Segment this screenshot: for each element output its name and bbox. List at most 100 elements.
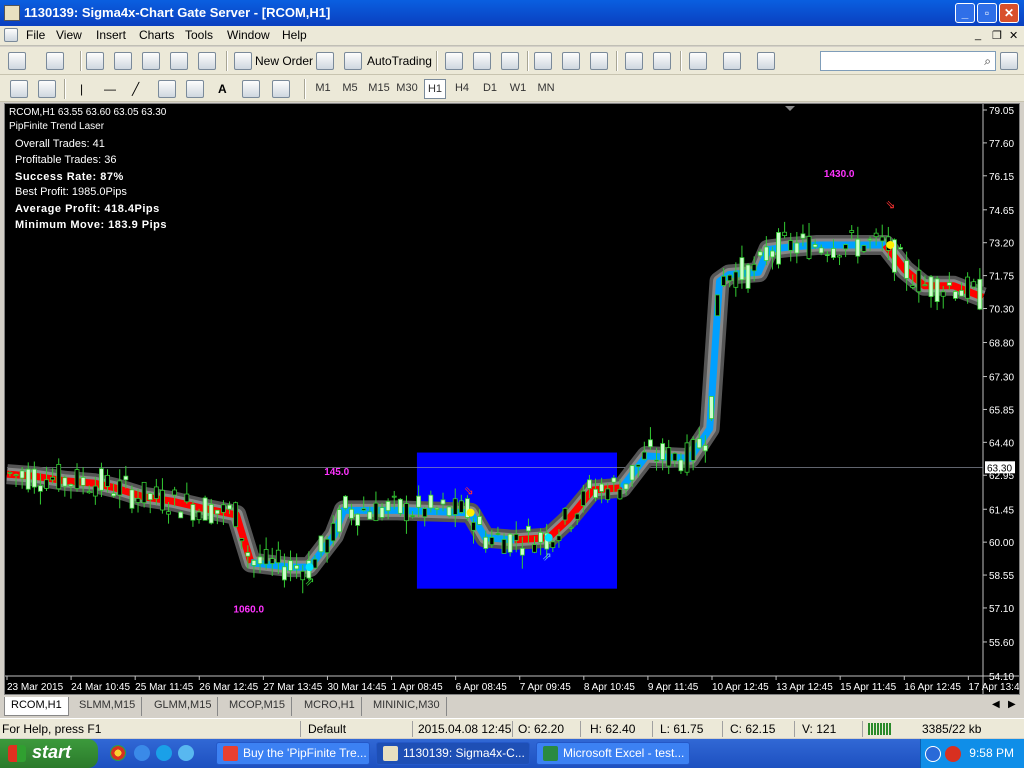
tf-m30[interactable]: M30 [394,79,420,99]
search-input[interactable]: ⌕ [820,51,996,71]
menu-view[interactable]: View [56,28,82,42]
task-metatrader[interactable]: 1130139: Sigma4x-C... [376,742,530,765]
price-tick-label: 57.10 [989,604,1014,615]
candle-body [977,278,983,310]
candle-body [532,544,537,553]
menu-insert[interactable]: Insert [96,28,126,42]
menu-tools[interactable]: Tools [185,28,213,42]
vertical-line-icon[interactable]: | [80,82,83,96]
price-tick-label: 65.85 [989,405,1014,416]
candle-body [587,479,592,489]
tab-mininic-m30[interactable]: MININIC,M30 [367,697,447,716]
text-icon[interactable]: A [218,82,227,96]
autotrading-button[interactable]: AutoTrading [367,54,432,68]
tab-scroll-right-icon[interactable]: ▶ [1008,699,1016,710]
stat-best-profit: Best Profit: 1985.0Pips [15,186,127,198]
candlestick-icon[interactable] [473,52,491,70]
candle-body [818,247,824,254]
candle-body [702,445,708,452]
tf-h1[interactable]: H1 [424,79,446,99]
cursor-icon[interactable] [10,80,28,98]
trendline-icon[interactable]: ╱ [132,82,139,96]
status-volume: V: 121 [802,722,837,736]
new-chart-icon[interactable] [8,52,26,70]
terminal-icon[interactable] [170,52,188,70]
skype-icon[interactable] [156,745,172,761]
chart-window[interactable]: 79.05 77.60 76.15 74.65 73.20 71.75 70.30 68.80… [4,103,1020,695]
chart-shift-icon[interactable] [625,52,643,70]
tray-antivirus-icon[interactable] [945,746,961,762]
chrome-icon[interactable] [110,745,126,761]
community-icon[interactable] [1000,52,1018,70]
menu-help[interactable]: Help [282,28,307,42]
tf-m1[interactable]: M1 [312,79,334,99]
templates-icon[interactable] [757,52,775,70]
minimize-button[interactable]: _ [955,3,975,23]
status-profile: Default [308,722,347,736]
candle-body [56,464,62,490]
navigator-icon[interactable] [142,52,160,70]
arrows-icon[interactable] [272,80,290,98]
maximize-button[interactable]: ▫ [977,3,997,23]
data-window-icon[interactable] [114,52,132,70]
periods-icon[interactable] [723,52,741,70]
tf-mn[interactable]: MN [534,79,558,99]
new-order-button[interactable]: New Order [255,54,313,68]
menu-file[interactable]: File [26,28,45,42]
tf-h4[interactable]: H4 [451,79,473,99]
market-watch-icon[interactable] [86,52,104,70]
new-order-icon[interactable] [234,52,252,70]
tf-w1[interactable]: W1 [507,79,529,99]
tab-mcro-h1[interactable]: MCRO,H1 [298,697,362,716]
auto-scroll-icon[interactable] [653,52,671,70]
bar-chart-icon[interactable] [445,52,463,70]
tester-icon[interactable] [198,52,216,70]
horizontal-line-icon[interactable]: — [104,82,116,96]
text-label-icon[interactable] [242,80,260,98]
candle-body [282,566,287,581]
indicators-icon[interactable] [689,52,707,70]
tab-slmm-m15[interactable]: SLMM,M15 [73,697,143,716]
start-button[interactable]: start [0,739,98,768]
candle-body [263,549,269,565]
meta-editor-icon[interactable] [316,52,334,70]
tile-windows-icon[interactable] [590,52,608,70]
search-icon[interactable]: ⌕ [984,54,991,69]
task-browser[interactable]: Buy the 'PipFinite Tre... [216,742,370,765]
close-button[interactable]: ✕ [999,3,1019,23]
tf-d1[interactable]: D1 [479,79,501,99]
menu-bar: File View Insert Charts Tools Window Hel… [0,26,1024,46]
zoom-out-icon[interactable] [562,52,580,70]
zoom-in-icon[interactable] [534,52,552,70]
candle-body [861,245,867,252]
messenger-icon[interactable] [178,745,194,761]
mdi-minimize-icon[interactable]: _ [975,29,981,41]
fibonacci-icon[interactable] [186,80,204,98]
profiles-icon[interactable] [46,52,64,70]
time-tick-label: 17 Apr 13:45 [968,682,1019,693]
task-excel[interactable]: Microsoft Excel - test... [536,742,690,765]
time-tick-label: 9 Apr 11:45 [648,682,699,693]
tab-scroll-left-icon[interactable]: ◀ [992,699,1000,710]
menu-window[interactable]: Window [227,28,270,42]
mdi-restore-icon[interactable]: ❐ [992,29,1002,42]
tf-m5[interactable]: M5 [339,79,361,99]
tf-m15[interactable]: M15 [366,79,392,99]
crosshair-icon[interactable] [38,80,56,98]
ie-icon[interactable] [134,745,150,761]
candle-body [428,494,434,509]
candle-body [733,271,739,288]
autotrading-icon[interactable] [344,52,362,70]
mdi-close-icon[interactable]: ✕ [1009,29,1018,42]
stat-minimum-move: Minimum Move: 183.9 Pips [15,219,167,231]
tray-arrow-icon[interactable] [925,746,941,762]
candle-body [690,439,696,461]
menu-charts[interactable]: Charts [139,28,174,42]
tab-rcom-h1[interactable]: RCOM,H1 [4,697,69,716]
price-chart[interactable]: 79.05 77.60 76.15 74.65 73.20 71.75 70.30 68.80… [5,104,1019,694]
line-chart-icon[interactable] [501,52,519,70]
signal-dot [466,508,475,517]
channel-icon[interactable] [158,80,176,98]
tab-mcop-m15[interactable]: MCOP,M15 [223,697,293,716]
tab-glmm-m15[interactable]: GLMM,M15 [148,697,219,716]
